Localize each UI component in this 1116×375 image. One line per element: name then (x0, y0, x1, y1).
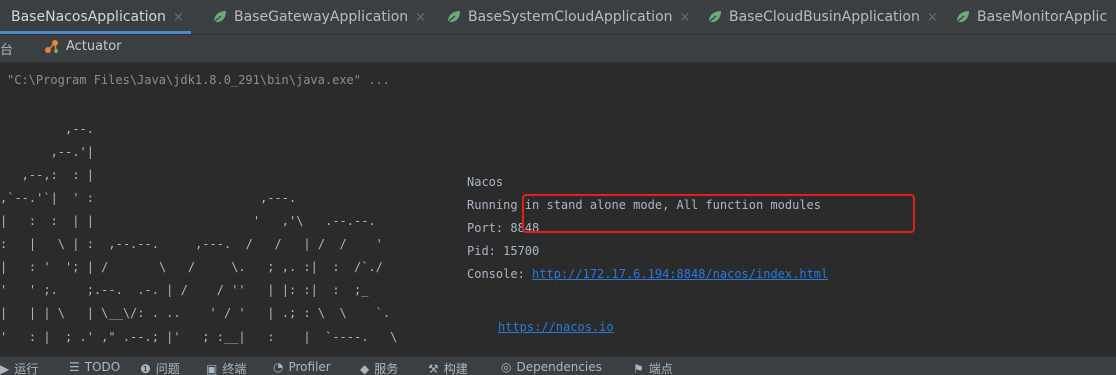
ascii-art-line: : | \ | : ,--.--. ,---. / / | / / ' (0, 237, 383, 251)
ascii-art-line: ,--.'| (0, 145, 94, 159)
tool-label: 构建 (444, 360, 468, 375)
tab-label: BaseMonitorApplic (977, 9, 1107, 25)
console-url-link[interactable]: http://172.17.6.194:8848/nacos/index.htm… (532, 267, 828, 281)
tab-base-nacos-application[interactable]: BaseNacosApplication × (11, 0, 184, 34)
ascii-art-line: ,`--.'`| ' : ,---. (0, 191, 296, 205)
tool-label: 终端 (222, 360, 246, 375)
tool-build[interactable]: ⚒ 构建 (428, 360, 468, 375)
tool-label: 运行 (14, 360, 38, 375)
tool-label: Profiler (288, 360, 330, 374)
active-tab-indicator (0, 31, 191, 34)
highlight-box (522, 194, 915, 233)
site-url-line: https://nacos.io (498, 320, 614, 334)
spring-leaf-icon (212, 10, 228, 24)
services-icon: ◆ (360, 362, 369, 375)
tool-problems[interactable]: ❶ 问题 (140, 360, 180, 375)
console-prefix: Console: (467, 267, 532, 281)
ascii-art-line: | | | \ | \__\/: . .. ' / ' | .; : \ \ `… (0, 306, 390, 320)
ascii-art-line: | : : | | ' ,'\ .--.--. (0, 214, 376, 228)
ascii-art-line: ' : | ; .' ," .--.; |' ; :__| : | `----.… (0, 330, 397, 344)
spring-leaf-icon (446, 10, 462, 24)
terminal-icon: ▣ (206, 362, 217, 375)
ascii-art-line: ,--. (0, 122, 94, 136)
nacos-site-link[interactable]: https://nacos.io (498, 320, 614, 334)
tool-label: 问题 (156, 360, 180, 375)
tool-run[interactable]: ▶ 运行 (0, 360, 38, 375)
tool-profiler[interactable]: ◔ Profiler (273, 360, 331, 374)
tool-dependencies[interactable]: ◎ Dependencies (501, 360, 602, 374)
console-tab-label[interactable]: 台 (0, 39, 13, 58)
tool-label: 服务 (374, 360, 398, 375)
run-icon: ▶ (0, 362, 9, 375)
spring-leaf-icon (707, 10, 723, 24)
tab-base-cloud-busin-application[interactable]: BaseCloudBusinApplication × (707, 0, 938, 34)
tool-todo[interactable]: ☰ TODO (69, 360, 120, 374)
close-icon[interactable]: × (927, 10, 938, 25)
profiler-icon: ◔ (273, 360, 283, 374)
problems-icon: ❶ (140, 362, 151, 375)
pid-line: Pid: 15700 (467, 244, 539, 258)
endpoints-icon: ⚑ (633, 362, 644, 375)
close-icon[interactable]: × (680, 10, 691, 25)
actuator-icon (44, 38, 60, 54)
ascii-art-line: ,--,: : | (0, 168, 94, 182)
tab-label: BaseNacosApplication (11, 9, 166, 25)
tab-base-monitor-application[interactable]: BaseMonitorApplic (955, 0, 1107, 34)
tab-base-gateway-application[interactable]: BaseGatewayApplication × (212, 0, 426, 34)
todo-icon: ☰ (69, 360, 80, 374)
ascii-art-line: ' ' ;. ;.--. .-. | / / '' | |: :| : ;_ (0, 283, 368, 297)
actuator-label: Actuator (66, 39, 122, 54)
actuator-tab[interactable]: Actuator (44, 38, 122, 54)
tab-label: BaseGatewayApplication (234, 9, 408, 25)
tool-terminal[interactable]: ▣ 终端 (206, 360, 246, 375)
tool-label: Dependencies (516, 360, 601, 374)
java-command-line: "C:\Program Files\Java\jdk1.8.0_291\bin\… (7, 73, 390, 87)
tool-endpoints[interactable]: ⚑ 端点 (633, 360, 673, 375)
console-toolbar: 台 Actuator (0, 35, 1116, 63)
spring-leaf-icon (955, 10, 971, 24)
tab-label: BaseCloudBusinApplication (729, 9, 920, 25)
build-icon: ⚒ (428, 362, 439, 375)
tool-window-bar: ▶ 运行 ☰ TODO ❶ 问题 ▣ 终端 ◔ Profiler ◆ 服务 ⚒ 构建 ◎ Dep… (0, 356, 1116, 375)
close-icon[interactable]: × (415, 10, 426, 25)
console-url-line: Console: http://172.17.6.194:8848/nacos/… (467, 267, 828, 281)
tool-label: TODO (85, 360, 120, 374)
tool-services[interactable]: ◆ 服务 (360, 360, 398, 375)
tab-base-system-cloud-application[interactable]: BaseSystemCloudApplication × (446, 0, 690, 34)
dependencies-icon: ◎ (501, 360, 511, 374)
ascii-art-line: | : ' '; | / \ / \. ; ,. :| : /`./ (0, 260, 383, 274)
tab-label: BaseSystemCloudApplication (468, 9, 673, 25)
close-icon[interactable]: × (173, 10, 184, 25)
nacos-title: Nacos (467, 175, 503, 189)
tool-label: 端点 (649, 360, 673, 375)
run-tabs-bar: BaseNacosApplication × BaseGatewayApplic… (0, 0, 1116, 35)
